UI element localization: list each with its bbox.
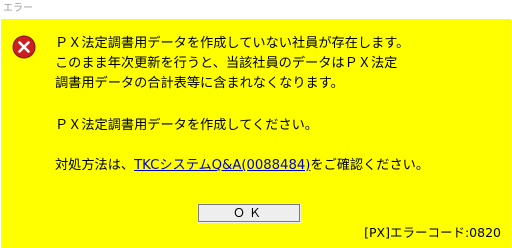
title-bar: エラー — [0, 0, 512, 18]
dialog-content: ＰＸ法定調書用データを作成していない社員が存在します。 このまま年次更新を行うと… — [1, 19, 511, 248]
message-line-2: このまま年次更新を行うと、当該社員のデータはＰＸ法定 — [55, 56, 398, 71]
ok-button[interactable]: ＯＫ — [197, 203, 301, 223]
message-line-1: ＰＸ法定調書用データを作成していない社員が存在します。 — [55, 36, 410, 51]
error-code: [PX]エラーコード:0820 — [364, 225, 501, 240]
qa-link[interactable]: TKCシステムQ&A(0088484) — [134, 158, 310, 173]
message-line-5-suffix: をご確認ください。 — [310, 158, 430, 173]
error-dialog: エラー ＰＸ法定調書用データを作成していない社員が存在します。 このまま年次更新… — [0, 0, 512, 248]
message-line-3: 調書用データの合計表等に含まれなくなります。 — [55, 76, 344, 91]
window-title: エラー — [3, 3, 33, 14]
message-line-5-prefix: 対処方法は、 — [55, 158, 135, 173]
error-icon — [12, 35, 36, 59]
message-line-4: ＰＸ法定調書用データを作成してください。 — [55, 118, 318, 133]
message-line-5: 対処方法は、TKCシステムQ&A(0088484)をご確認ください。 — [55, 156, 429, 176]
